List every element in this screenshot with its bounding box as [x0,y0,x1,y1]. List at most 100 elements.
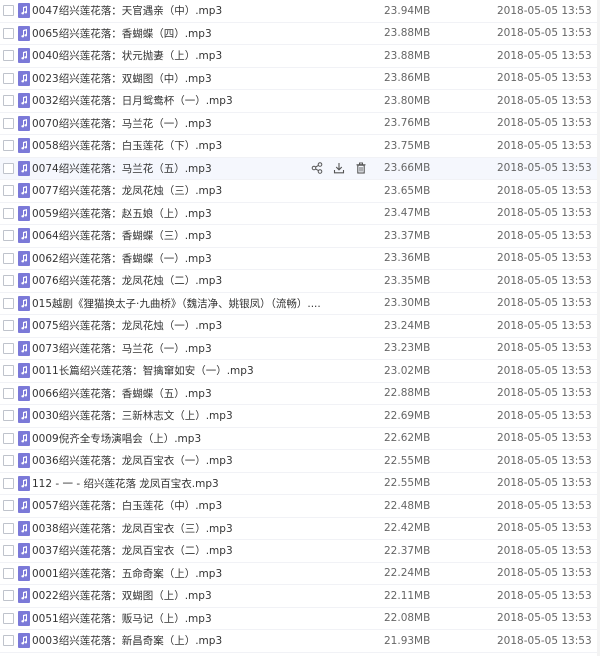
file-name[interactable]: 0059绍兴莲花落：赵五娘（上）.mp3 [32,206,332,221]
file-row[interactable]: 0051绍兴莲花落：贩马记（上）.mp3 22.08MB 2018-05-05 … [0,608,600,630]
file-row[interactable]: 0047绍兴莲花落：天官遇亲（中）.mp3 23.94MB 2018-05-05… [0,0,600,23]
row-checkbox[interactable] [3,567,14,579]
file-row[interactable]: 0011长篇绍兴莲花落：智擒窜如安（一）.mp3 23.02MB 2018-05… [0,360,600,383]
row-checkbox[interactable] [3,365,14,377]
file-row[interactable]: 0001绍兴莲花落：五命奇案（上）.mp3 22.24MB 2018-05-05… [0,563,600,585]
file-name[interactable]: 0076绍兴莲花落：龙凤花烛（二）.mp3 [32,273,332,288]
file-name[interactable]: 015越剧《狸猫换太子·九曲桥》（魏洁净、姚银凤）（流畅）.... [32,296,332,311]
file-size: 22.55MB [384,454,431,467]
row-checkbox[interactable] [3,162,14,174]
file-name[interactable]: 0022绍兴莲花落：双蝴图（上）.mp3 [32,588,332,603]
row-checkbox[interactable] [3,230,14,242]
file-row[interactable]: 0023绍兴莲花落：双蝴图（中）.mp3 23.86MB 2018-05-05 … [0,68,600,90]
file-name[interactable]: 0064绍兴莲花落：香蝴蝶（三）.mp3 [32,228,332,243]
row-checkbox[interactable] [3,387,14,399]
file-row[interactable]: 0036绍兴莲花落：龙凤百宝衣（一）.mp3 22.55MB 2018-05-0… [0,450,600,473]
file-size: 23.36MB [384,252,431,265]
row-checkbox[interactable] [3,590,14,602]
file-name[interactable]: 0075绍兴莲花落：龙凤花烛（一）.mp3 [32,318,332,333]
file-name[interactable]: 0070绍兴莲花落：马兰花（一）.mp3 [32,116,332,131]
music-file-icon [18,138,30,154]
file-name[interactable]: 0032绍兴莲花落：日月鸳鸯杯（一）.mp3 [32,93,332,108]
row-checkbox[interactable] [3,432,14,444]
download-icon[interactable] [332,161,346,175]
file-row[interactable]: 0074绍兴莲花落：马兰花（五）.mp3 23.66MB 2018-05-05 … [0,157,600,180]
file-row[interactable]: 0064绍兴莲花落：香蝴蝶（三）.mp3 23.37MB 2018-05-05 … [0,225,600,248]
file-row[interactable]: 0077绍兴莲花落：龙凤花烛（三）.mp3 23.65MB 2018-05-05… [0,180,600,203]
file-name[interactable]: 0009倪齐全专场演唱会（上）.mp3 [32,431,332,446]
row-checkbox[interactable] [3,140,14,152]
row-checkbox[interactable] [3,27,14,39]
file-row[interactable]: 0059绍兴莲花落：赵五娘（上）.mp3 23.47MB 2018-05-05 … [0,203,600,225]
row-checkbox[interactable] [3,545,14,557]
file-name[interactable]: 0036绍兴莲花落：龙凤百宝衣（一）.mp3 [32,453,332,468]
file-name[interactable]: 0065绍兴莲花落：香蝴蝶（四）.mp3 [32,26,332,41]
file-row[interactable]: 0073绍兴莲花落：马兰花（一）.mp3 23.23MB 2018-05-05 … [0,338,600,360]
file-row[interactable]: 0057绍兴莲花落：白玉莲花（中）.mp3 22.48MB 2018-05-05… [0,495,600,518]
file-name[interactable]: 0003绍兴莲花落：新昌奇案（上）.mp3 [32,633,332,648]
file-date: 2018-05-05 13:53 [497,297,592,310]
row-checkbox[interactable] [3,72,14,84]
file-size: 23.47MB [384,207,431,220]
file-name[interactable]: 0057绍兴莲花落：白玉莲花（中）.mp3 [32,498,332,513]
file-size: 23.88MB [384,49,431,62]
row-checkbox[interactable] [3,410,14,422]
file-row[interactable]: 0066绍兴莲花落：香蝴蝶（五）.mp3 22.88MB 2018-05-05 … [0,383,600,405]
trash-icon[interactable] [354,161,368,175]
file-row[interactable]: 0076绍兴莲花落：龙凤花烛（二）.mp3 23.35MB 2018-05-05… [0,270,600,293]
file-row[interactable]: 0038绍兴莲花落：龙凤百宝衣（三）.mp3 22.42MB 2018-05-0… [0,518,600,540]
row-checkbox[interactable] [3,117,14,129]
file-size: 22.62MB [384,432,431,445]
file-row[interactable]: 0065绍兴莲花落：香蝴蝶（四）.mp3 23.88MB 2018-05-05 … [0,23,600,45]
row-checkbox[interactable] [3,342,14,354]
file-name[interactable]: 0001绍兴莲花落：五命奇案（上）.mp3 [32,566,332,581]
file-name[interactable]: 0011长篇绍兴莲花落：智擒窜如安（一）.mp3 [32,363,332,378]
file-row[interactable]: 0003绍兴莲花落：新昌奇案（上）.mp3 21.93MB 2018-05-05… [0,630,600,653]
file-name[interactable]: 0077绍兴莲花落：龙凤花烛（三）.mp3 [32,183,332,198]
row-checkbox[interactable] [3,207,14,219]
file-row[interactable]: 015越剧《狸猫换太子·九曲桥》（魏洁净、姚银凤）（流畅）.... 23.30M… [0,293,600,315]
file-name[interactable]: 0047绍兴莲花落：天官遇亲（中）.mp3 [32,3,332,18]
file-row[interactable]: 0037绍兴莲花落：龙凤百宝衣（二）.mp3 22.37MB 2018-05-0… [0,540,600,563]
file-name[interactable]: 0023绍兴莲花落：双蝴图（中）.mp3 [32,71,332,86]
row-checkbox[interactable] [3,185,14,197]
row-checkbox[interactable] [3,5,14,17]
music-file-icon [18,430,30,446]
file-name[interactable]: 0038绍兴莲花落：龙凤百宝衣（三）.mp3 [32,521,332,536]
row-checkbox[interactable] [3,320,14,332]
row-checkbox[interactable] [3,612,14,624]
file-name[interactable]: 0030绍兴莲花落：三新林志文（上）.mp3 [32,408,332,423]
file-name[interactable]: 0051绍兴莲花落：贩马记（上）.mp3 [32,611,332,626]
file-row[interactable]: 0058绍兴莲花落：白玉莲花（下）.mp3 23.75MB 2018-05-05… [0,135,600,158]
row-checkbox[interactable] [3,50,14,62]
row-checkbox[interactable] [3,297,14,309]
file-name[interactable]: 0040绍兴莲花落：状元抛妻（上）.mp3 [32,48,332,63]
file-name[interactable]: 0037绍兴莲花落：龙凤百宝衣（二）.mp3 [32,543,332,558]
file-name[interactable]: 0062绍兴莲花落：香蝴蝶（一）.mp3 [32,251,332,266]
file-row[interactable]: 0062绍兴莲花落：香蝴蝶（一）.mp3 23.36MB 2018-05-05 … [0,248,600,270]
file-row[interactable]: 0040绍兴莲花落：状元抛妻（上）.mp3 23.88MB 2018-05-05… [0,45,600,68]
file-row[interactable]: 0009倪齐全专场演唱会（上）.mp3 22.62MB 2018-05-05 1… [0,428,600,450]
file-row[interactable]: 112 - 一 - 绍兴莲花落 龙凤百宝衣.mp3 22.55MB 2018-0… [0,473,600,495]
row-checkbox[interactable] [3,635,14,647]
file-row[interactable]: 0022绍兴莲花落：双蝴图（上）.mp3 22.11MB 2018-05-05 … [0,585,600,608]
file-name[interactable]: 0074绍兴莲花落：马兰花（五）.mp3 [32,161,332,176]
file-row[interactable]: 0075绍兴莲花落：龙凤花烛（一）.mp3 23.24MB 2018-05-05… [0,315,600,338]
row-checkbox[interactable] [3,522,14,534]
file-name[interactable]: 0058绍兴莲花落：白玉莲花（下）.mp3 [32,138,332,153]
file-row[interactable]: 0032绍兴莲花落：日月鸳鸯杯（一）.mp3 23.80MB 2018-05-0… [0,90,600,113]
row-checkbox[interactable] [3,500,14,512]
row-checkbox[interactable] [3,477,14,489]
file-size: 23.75MB [384,139,431,152]
file-name[interactable]: 0073绍兴莲花落：马兰花（一）.mp3 [32,341,332,356]
file-row[interactable]: 0030绍兴莲花落：三新林志文（上）.mp3 22.69MB 2018-05-0… [0,405,600,428]
file-name[interactable]: 0066绍兴莲花落：香蝴蝶（五）.mp3 [32,386,332,401]
file-name[interactable]: 112 - 一 - 绍兴莲花落 龙凤百宝衣.mp3 [32,476,332,491]
row-checkbox[interactable] [3,275,14,287]
file-row[interactable]: 0070绍兴莲花落：马兰花（一）.mp3 23.76MB 2018-05-05 … [0,113,600,135]
share-icon[interactable] [310,161,324,175]
row-checkbox[interactable] [3,95,14,107]
row-checkbox[interactable] [3,252,14,264]
row-checkbox[interactable] [3,455,14,467]
file-date: 2018-05-05 13:53 [497,319,592,332]
